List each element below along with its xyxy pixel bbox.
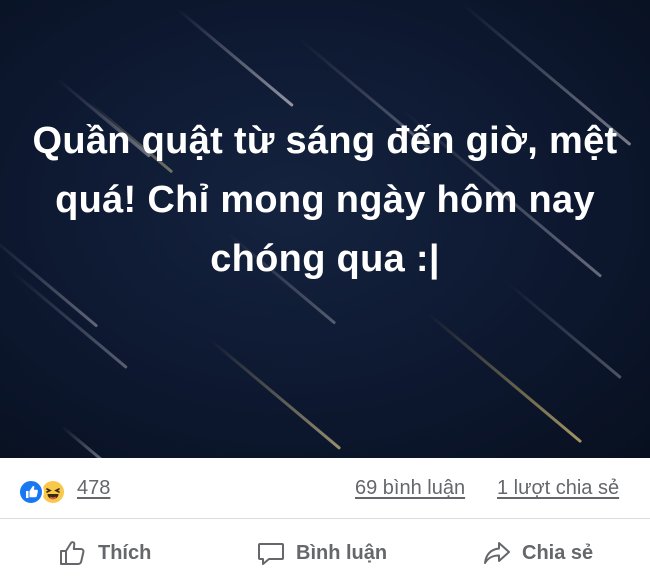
- like-button[interactable]: Thích: [58, 536, 151, 570]
- reaction-icons[interactable]: [18, 479, 74, 505]
- decorative-streak: [177, 8, 294, 108]
- comment-button[interactable]: Bình luận: [256, 536, 387, 570]
- like-label: Thích: [98, 541, 152, 564]
- post-background: Quần quật từ sáng đến giờ, mệt quá! Chỉ …: [0, 0, 650, 458]
- decorative-streak: [505, 280, 622, 380]
- post-text: Quần quật từ sáng đến giờ, mệt quá! Chỉ …: [32, 120, 618, 280]
- comment-icon: [258, 543, 284, 565]
- reaction-count[interactable]: 478: [77, 477, 110, 500]
- share-label: Chia sẻ: [522, 541, 594, 564]
- share-count[interactable]: 1 lượt chia sẻ: [497, 477, 619, 500]
- share-icon: [484, 542, 510, 564]
- like-icon: [18, 479, 44, 505]
- share-button[interactable]: Chia sẻ: [482, 536, 593, 570]
- decorative-streak: [209, 338, 342, 450]
- comment-label: Bình luận: [296, 541, 388, 564]
- comment-count[interactable]: 69 bình luận: [355, 477, 465, 500]
- thumbs-up-icon: [60, 541, 85, 565]
- decorative-streak: [61, 425, 109, 458]
- decorative-streak: [427, 312, 583, 444]
